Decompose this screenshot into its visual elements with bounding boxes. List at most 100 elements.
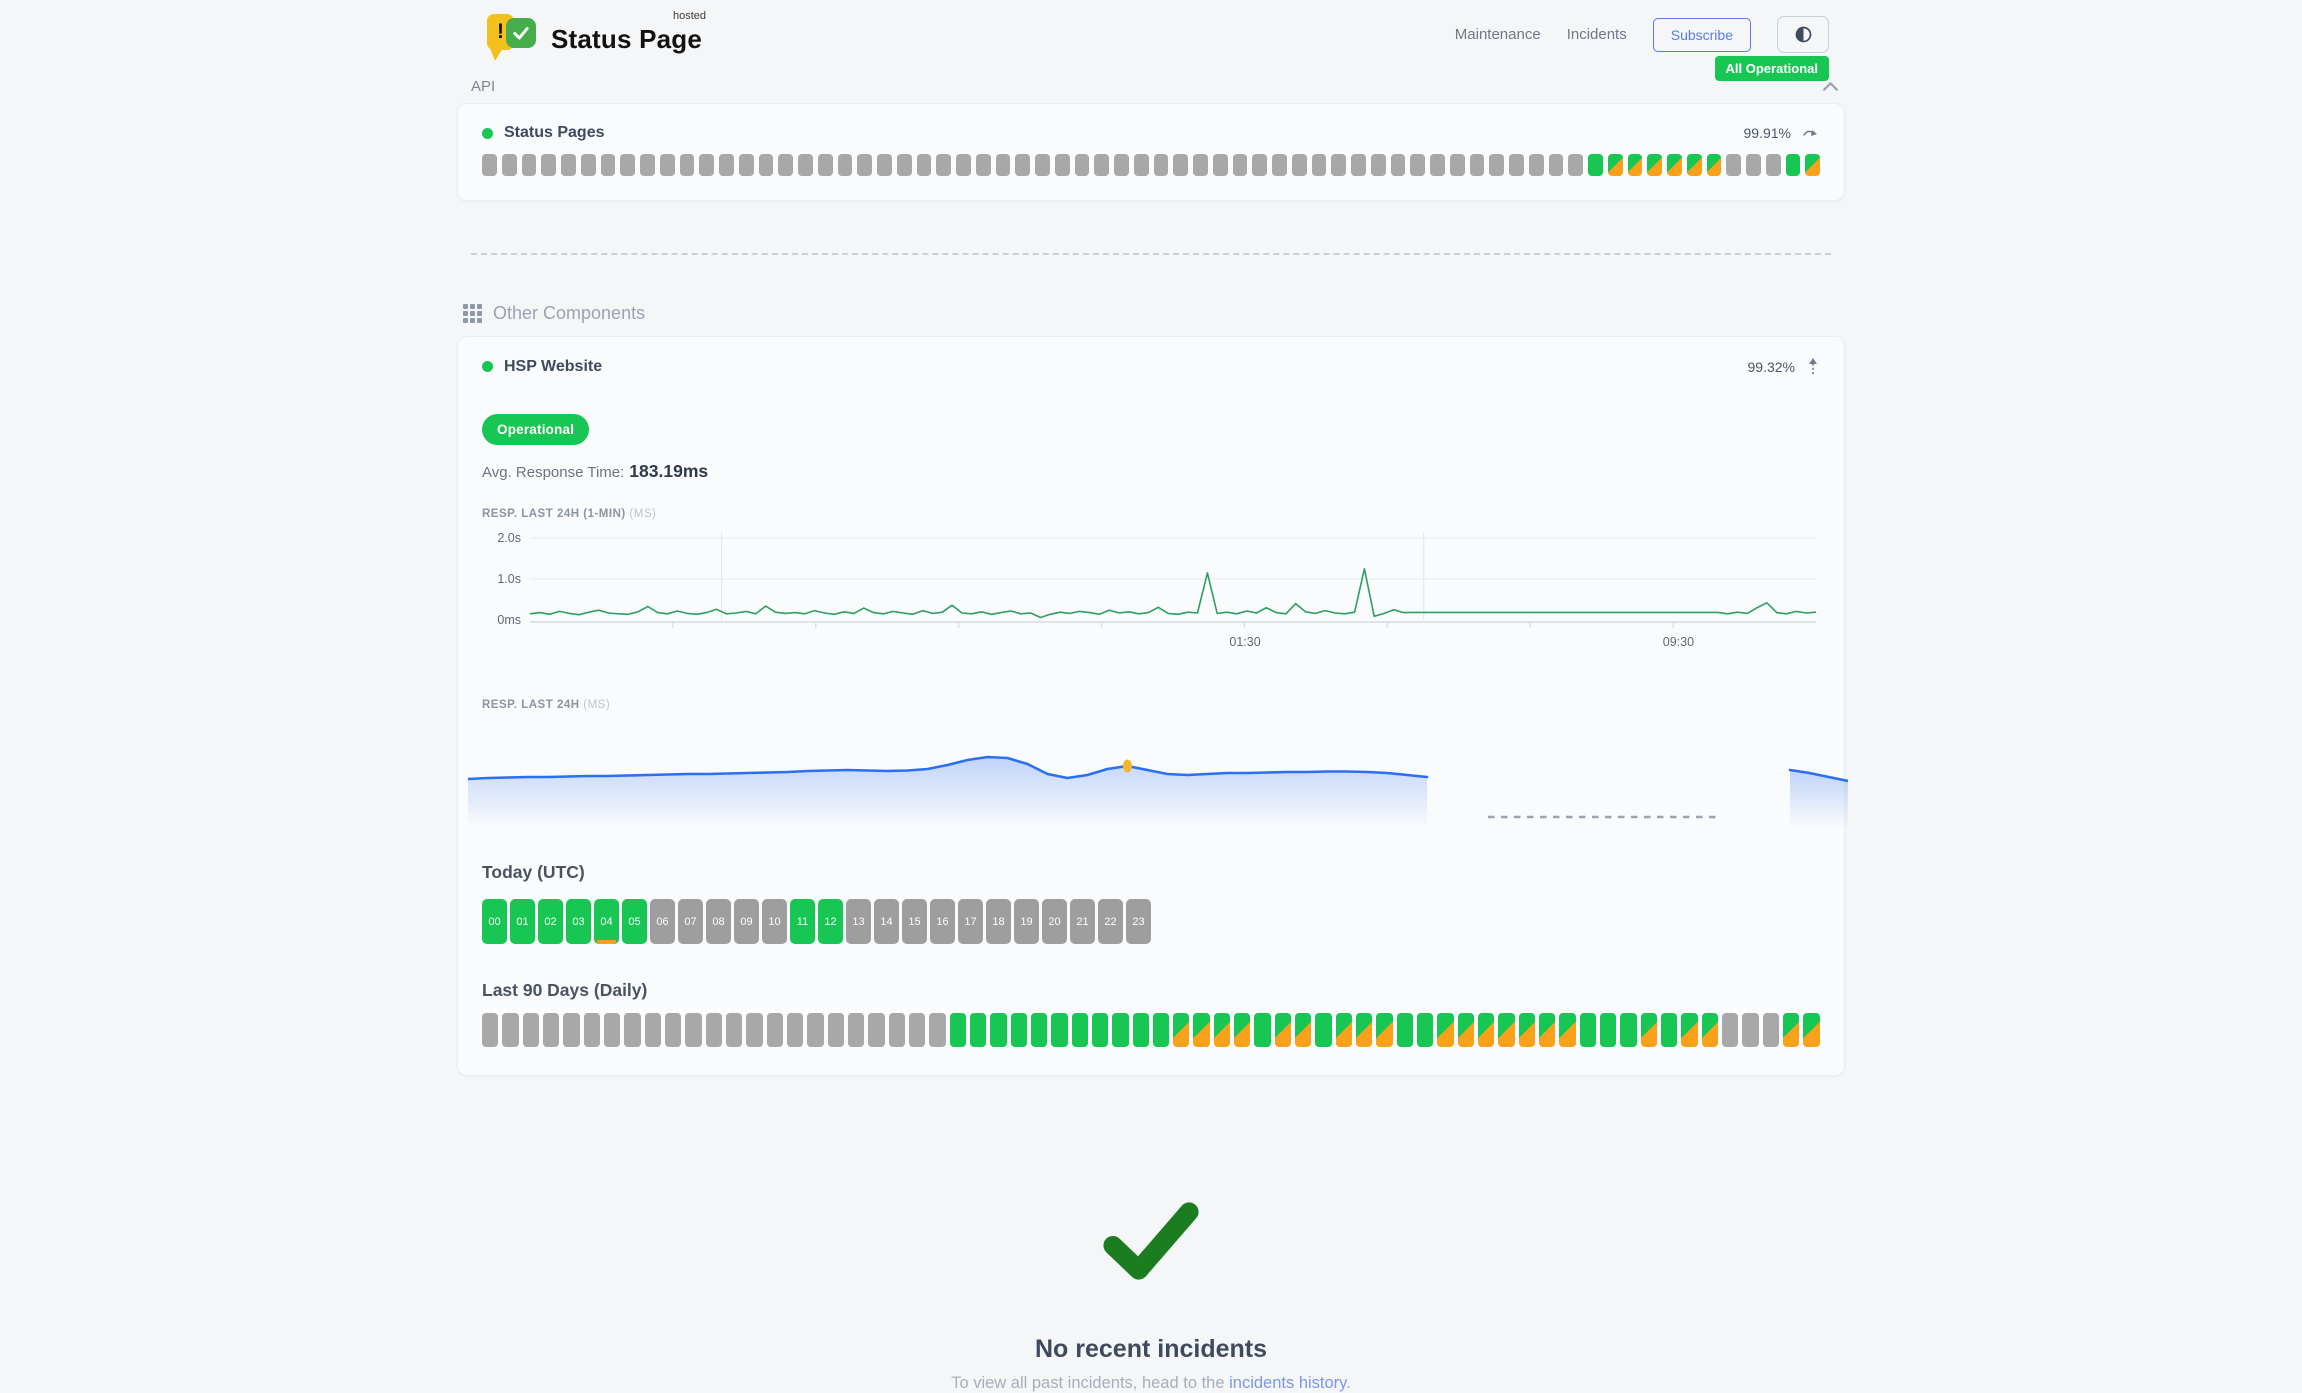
uptime-bar[interactable] (1397, 1013, 1413, 1047)
uptime-bar[interactable] (1233, 154, 1248, 176)
theme-toggle-button[interactable] (1777, 16, 1829, 53)
uptime-bar[interactable] (541, 154, 556, 176)
uptime-bar[interactable] (726, 1013, 742, 1047)
uptime-bar[interactable] (778, 154, 793, 176)
hour-cell[interactable]: 15 (902, 899, 927, 944)
uptime-bar[interactable] (857, 154, 872, 176)
uptime-bar[interactable] (1154, 154, 1169, 176)
response-time-area-chart[interactable] (468, 723, 1848, 829)
uptime-bar[interactable] (1430, 154, 1445, 176)
uptime-bar[interactable] (1628, 154, 1643, 176)
uptime-bar[interactable] (502, 1013, 518, 1047)
uptime-bar[interactable] (1114, 154, 1129, 176)
uptime-bar[interactable] (1315, 1013, 1331, 1047)
hour-cell[interactable]: 23 (1126, 899, 1151, 944)
uptime-bar[interactable] (1075, 154, 1090, 176)
uptime-bar[interactable] (1667, 154, 1682, 176)
uptime-bar[interactable] (1746, 154, 1761, 176)
uptime-bar[interactable] (563, 1013, 579, 1047)
uptime-bar[interactable] (1193, 1013, 1209, 1047)
uptime-bar[interactable] (818, 154, 833, 176)
uptime-bar[interactable] (1193, 154, 1208, 176)
uptime-bar[interactable] (1702, 1013, 1718, 1047)
hour-cell[interactable]: 08 (706, 899, 731, 944)
uptime-bar[interactable] (1272, 154, 1287, 176)
uptime-bar[interactable] (1478, 1013, 1494, 1047)
uptime-bar[interactable] (746, 1013, 762, 1047)
uptime-bar[interactable] (1437, 1013, 1453, 1047)
uptime-bar[interactable] (1312, 154, 1327, 176)
uptime-bar[interactable] (929, 1013, 945, 1047)
uptime-bar[interactable] (1786, 154, 1801, 176)
uptime-bar[interactable] (990, 1013, 1006, 1047)
uptime-bar[interactable] (1580, 1013, 1596, 1047)
uptime-bar[interactable] (889, 1013, 905, 1047)
uptime-bar[interactable] (787, 1013, 803, 1047)
uptime-bar[interactable] (1133, 1013, 1149, 1047)
uptime-bar[interactable] (699, 154, 714, 176)
response-time-line-chart[interactable]: 2.0s1.0s0ms01:3009:30 (482, 528, 1822, 654)
uptime-bar[interactable] (706, 1013, 722, 1047)
uptime-bar[interactable] (1687, 154, 1702, 176)
hour-cell[interactable]: 07 (678, 899, 703, 944)
uptime-bar[interactable] (807, 1013, 823, 1047)
uptime-bar[interactable] (1035, 154, 1050, 176)
uptime-bar[interactable] (1783, 1013, 1799, 1047)
uptime-bar[interactable] (523, 1013, 539, 1047)
uptime-bar[interactable] (838, 154, 853, 176)
uptime-bar[interactable] (640, 154, 655, 176)
uptime-bar[interactable] (1112, 1013, 1128, 1047)
hour-cell[interactable]: 00 (482, 899, 507, 944)
hour-cell[interactable]: 06 (650, 899, 675, 944)
uptime-bar[interactable] (1234, 1013, 1250, 1047)
uptime-bar[interactable] (1015, 154, 1030, 176)
uptime-bar[interactable] (996, 154, 1011, 176)
uptime-bar[interactable] (1031, 1013, 1047, 1047)
uptime-bar[interactable] (1529, 154, 1544, 176)
brand-logo[interactable]: ! Status Page hosted (487, 12, 702, 58)
uptime-bar[interactable] (1391, 154, 1406, 176)
uptime-bar[interactable] (1509, 154, 1524, 176)
uptime-bar[interactable] (1519, 1013, 1535, 1047)
uptime-bar[interactable] (1094, 154, 1109, 176)
uptime-bar[interactable] (739, 154, 754, 176)
uptime-bar[interactable] (936, 154, 951, 176)
hour-cell[interactable]: 03 (566, 899, 591, 944)
uptime-bar[interactable] (624, 1013, 640, 1047)
uptime-bar[interactable] (767, 1013, 783, 1047)
uptime-bar[interactable] (877, 154, 892, 176)
hour-cell[interactable]: 01 (510, 899, 535, 944)
uptime-bar[interactable] (1766, 154, 1781, 176)
uptime-bar[interactable] (1600, 1013, 1616, 1047)
uptime-bar[interactable] (1539, 1013, 1555, 1047)
uptime-bar[interactable] (759, 154, 774, 176)
uptime-bar[interactable] (620, 154, 635, 176)
uptime-bar[interactable] (1292, 154, 1307, 176)
uptime-bar[interactable] (1356, 1013, 1372, 1047)
incidents-history-link[interactable]: incidents history (1229, 1374, 1346, 1392)
uptime-bar[interactable] (1254, 1013, 1270, 1047)
uptime-bar[interactable] (1055, 154, 1070, 176)
nav-incidents-link[interactable]: Incidents (1567, 26, 1627, 43)
uptime-bar[interactable] (1722, 1013, 1738, 1047)
chevron-up-icon[interactable] (1822, 81, 1839, 92)
hour-cell[interactable]: 18 (986, 899, 1011, 944)
uptime-bar[interactable] (1489, 154, 1504, 176)
uptime-bar[interactable] (1275, 1013, 1291, 1047)
hour-cell[interactable]: 20 (1042, 899, 1067, 944)
hour-cell[interactable]: 19 (1014, 899, 1039, 944)
hour-cell[interactable]: 10 (762, 899, 787, 944)
uptime-bar[interactable] (1803, 1013, 1819, 1047)
uptime-bar[interactable] (1252, 154, 1267, 176)
uptime-bar[interactable] (502, 154, 517, 176)
uptime-bar[interactable] (1214, 1013, 1230, 1047)
uptime-bar[interactable] (645, 1013, 661, 1047)
uptime-bar[interactable] (897, 154, 912, 176)
uptime-bar[interactable] (798, 154, 813, 176)
uptime-bar[interactable] (1450, 154, 1465, 176)
uptime-bar[interactable] (1681, 1013, 1697, 1047)
uptime-bar[interactable] (482, 154, 497, 176)
uptime-bar[interactable] (1351, 154, 1366, 176)
uptime-bar[interactable] (1707, 154, 1722, 176)
uptime-bar[interactable] (1213, 154, 1228, 176)
